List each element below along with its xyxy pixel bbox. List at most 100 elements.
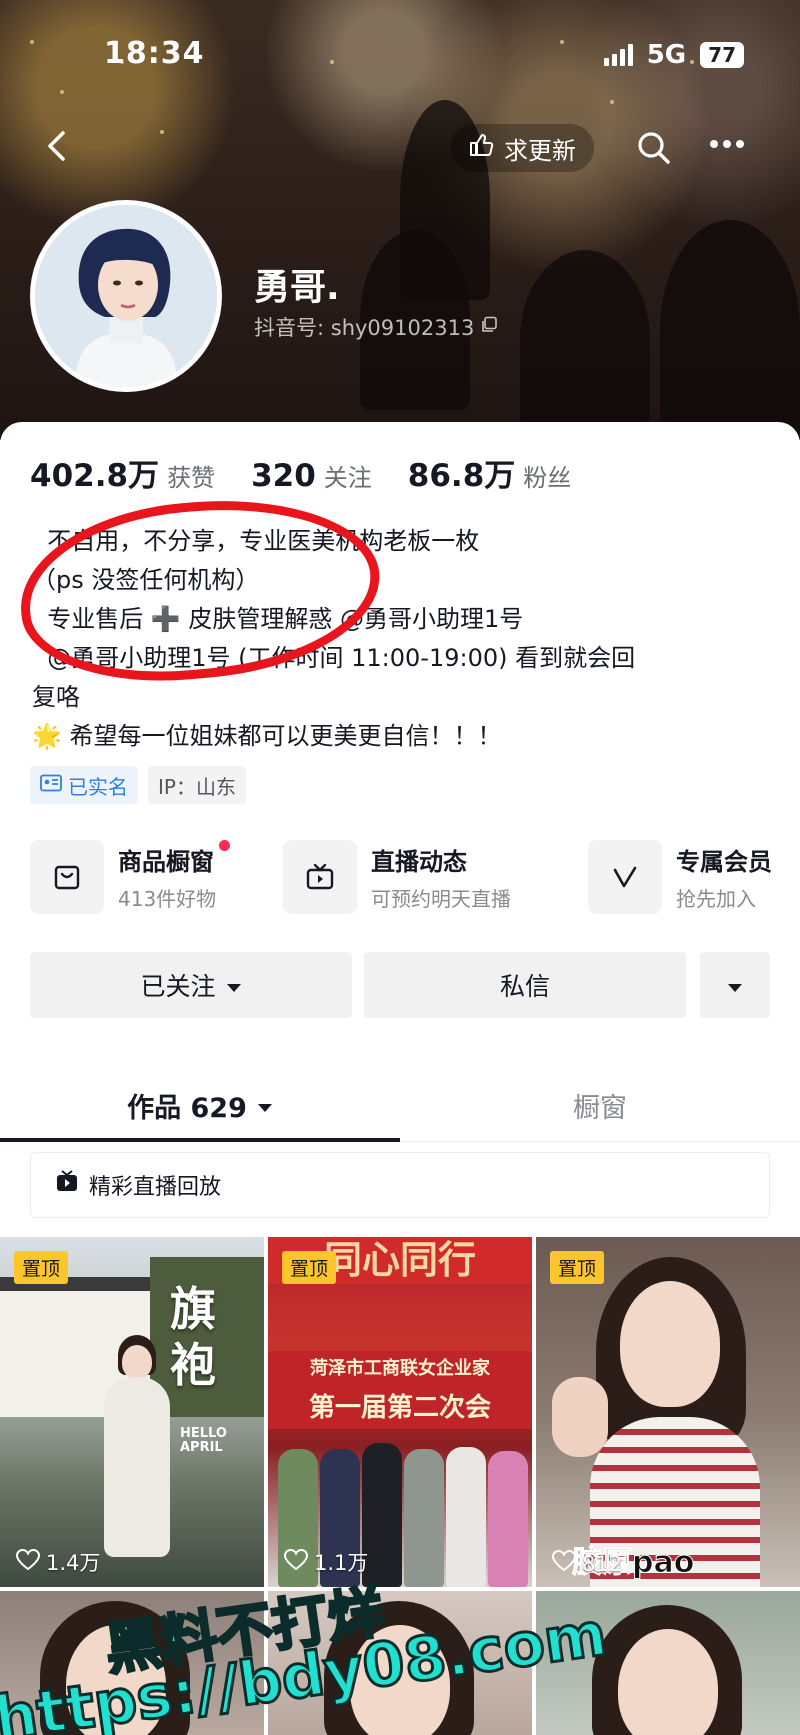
signal-icon	[603, 44, 633, 66]
event-banner-a: 菏泽市工商联女企业家	[268, 1351, 532, 1387]
stat-likes[interactable]: 402.8万 获赞	[30, 450, 215, 495]
person-figure	[446, 1447, 486, 1587]
person-figure	[488, 1451, 528, 1587]
tab-showcase[interactable]: 橱窗	[400, 1070, 800, 1140]
service-title: 直播动态	[371, 848, 467, 876]
bag-icon	[30, 840, 104, 914]
video-thumbnail[interactable]	[268, 1591, 532, 1735]
profile-id-text: 抖音号: shy09102313	[254, 316, 475, 340]
ip-location-tag: IP：山东	[148, 766, 246, 804]
event-banner-b: 第一届第二次会	[268, 1387, 532, 1429]
copy-icon[interactable]	[480, 315, 498, 339]
profile-bio: 不自用，不分享，专业医美机构老板一枚 （ps 没签任何机构） 专业售后 ➕ 皮肤…	[13, 486, 772, 756]
video-thumbnail[interactable]: 胶原pao 置顶 812	[536, 1237, 800, 1587]
live-replay-icon	[55, 1170, 79, 1200]
profile-actions: 已关注 私信	[30, 952, 770, 1018]
video-likes: 1.4万	[15, 1547, 100, 1577]
thumb-up-icon	[468, 132, 494, 164]
bio-line: 复咯	[32, 683, 80, 711]
caret-down-icon	[727, 971, 743, 1000]
sparkle	[160, 130, 164, 134]
sparkle	[60, 90, 64, 94]
likes-count: 812	[582, 1551, 623, 1576]
more-icon[interactable]	[710, 140, 744, 148]
stat-following[interactable]: 320 关注	[251, 458, 372, 494]
heart-icon	[15, 1548, 41, 1576]
caret-down-icon	[226, 971, 242, 1000]
person-figure	[404, 1449, 444, 1587]
service-shop-window[interactable]: 商品橱窗 413件好物	[30, 840, 231, 914]
heart-icon	[551, 1549, 577, 1577]
tab-indicator	[0, 1138, 400, 1142]
back-icon[interactable]	[40, 128, 80, 168]
tab-showcase-label: 橱窗	[573, 1092, 627, 1124]
network-label: 5G	[646, 40, 687, 70]
pinned-badge: 置顶	[14, 1251, 69, 1284]
live-replay-label: 精彩直播回放	[89, 1175, 222, 1200]
status-bar: 18:34 5G 77	[0, 36, 800, 76]
verified-label: 已实名	[68, 774, 128, 799]
video-thumbnail[interactable]: 旗 袍 HELLO APRIL 置顶 1.4万	[0, 1237, 264, 1587]
video-likes: 812	[551, 1549, 623, 1577]
service-title-text: 商品橱窗	[118, 848, 214, 876]
verified-tag[interactable]: 已实名	[30, 766, 138, 804]
banner-figure	[520, 250, 650, 430]
video-thumbnail[interactable]	[536, 1591, 800, 1735]
stat-value: 402.8万	[30, 458, 160, 494]
avatar[interactable]	[30, 200, 222, 392]
service-subtitle: 可预约明天直播	[371, 887, 511, 911]
video-thumbnail[interactable]: 同心同行 菏泽市工商联女企业家 第一届第二次会 置顶 1.1万	[268, 1237, 532, 1587]
banner-figure	[660, 220, 800, 440]
message-label: 私信	[499, 972, 550, 1001]
person-head	[350, 1625, 450, 1735]
pinned-badge: 置顶	[282, 1251, 337, 1284]
tv-icon	[283, 840, 357, 914]
service-subtitle: 413件好物	[118, 887, 217, 911]
tab-works[interactable]: 作品 629	[0, 1070, 400, 1140]
request-update-label: 求更新	[504, 136, 576, 165]
person-head	[620, 1281, 720, 1407]
service-subtitle: 抢先加入	[676, 887, 756, 911]
followed-button[interactable]: 已关注	[30, 952, 352, 1018]
message-button[interactable]: 私信	[364, 952, 686, 1018]
video-thumbnail[interactable]	[0, 1591, 264, 1735]
heart-icon	[283, 1548, 309, 1576]
pinned-badge: 置顶	[550, 1251, 605, 1284]
service-title: 专属会员	[676, 848, 772, 876]
profile-id[interactable]: 抖音号: shy09102313	[254, 312, 498, 342]
profile-name: 勇哥.	[254, 267, 340, 308]
stat-label: 粉丝	[523, 464, 572, 492]
bio-line: 🌟 希望每一位姐妹都可以更美更自信！！！	[32, 722, 502, 750]
more-options-button[interactable]	[700, 952, 770, 1018]
caret-down-icon	[257, 1090, 273, 1121]
video-likes: 1.1万	[283, 1547, 368, 1577]
service-entries: 商品橱窗 413件好物 直播动态 可预约明天直播 专属会员 抢先加入	[30, 840, 780, 916]
qipao-dress	[104, 1377, 170, 1557]
service-title: 商品橱窗	[118, 840, 231, 877]
waving-hand	[552, 1377, 608, 1457]
search-icon[interactable]	[636, 130, 676, 170]
video-overlay-caption: HELLO APRIL	[180, 1426, 227, 1455]
status-indicators: 5G 77	[603, 40, 744, 70]
request-update-button[interactable]: 求更新	[450, 124, 594, 172]
sparkle	[610, 100, 614, 104]
stat-followers[interactable]: 86.8万 粉丝	[408, 450, 572, 495]
id-card-icon	[40, 773, 62, 797]
profile-stats: 402.8万 获赞 320 关注 86.8万 粉丝	[30, 450, 571, 495]
video-overlay-title: 旗 袍	[170, 1282, 216, 1392]
stat-value: 320	[251, 458, 316, 494]
v-icon	[588, 840, 662, 914]
service-live[interactable]: 直播动态 可预约明天直播	[283, 840, 511, 914]
content-tabs: 作品 629 橱窗	[0, 1070, 800, 1142]
live-replay-entry[interactable]: 精彩直播回放	[30, 1152, 770, 1218]
tab-works-label: 作品 629	[127, 1092, 247, 1124]
profile-banner: 18:34 5G 77 求更新 勇哥. 抖音号: shy09102313	[0, 0, 800, 440]
stat-label: 关注	[323, 464, 372, 492]
followed-label: 已关注	[140, 972, 216, 1001]
battery-icon: 77	[700, 42, 744, 68]
person-head	[122, 1345, 152, 1379]
service-membership[interactable]: 专属会员 抢先加入	[588, 840, 772, 914]
service-text: 直播动态 可预约明天直播	[371, 842, 511, 912]
status-time: 18:34	[104, 36, 205, 71]
service-text: 商品橱窗 413件好物	[118, 840, 231, 912]
